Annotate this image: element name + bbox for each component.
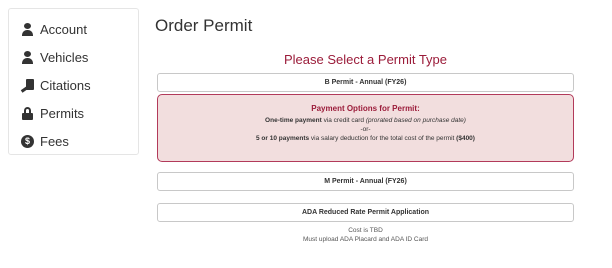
installments-text: via salary deduction for the total cost … — [309, 135, 457, 142]
sidebar-item-fees[interactable]: $ Fees — [9, 127, 138, 155]
one-time-payment-label: One-time payment — [265, 117, 322, 124]
ada-permit-button[interactable]: ADA Reduced Rate Permit Application — [157, 203, 574, 222]
payment-options-title: Payment Options for Permit: — [311, 104, 420, 113]
payment-option-installments: 5 or 10 payments via salary deduction fo… — [158, 134, 573, 143]
m-permit-button[interactable]: M Permit - Annual (FY26) — [157, 172, 574, 191]
lock-icon — [21, 106, 34, 120]
sidebar-item-label: Fees — [40, 133, 69, 149]
sidebar-item-citations[interactable]: Citations — [9, 71, 138, 99]
payment-options-panel: Payment Options for Permit: One-time pay… — [157, 94, 574, 162]
payment-option-one-time: One-time payment via credit card (prorat… — [158, 116, 573, 125]
ada-note: Cost is TBD Must upload ADA Placard and … — [157, 226, 574, 244]
prorated-note: (prorated based on purchase date) — [365, 117, 466, 124]
sidebar-item-account[interactable]: Account — [9, 15, 138, 43]
permit-type-heading: Please Select a Permit Type — [283, 52, 448, 67]
page-title: Order Permit — [155, 16, 253, 35]
ada-upload-note: Must upload ADA Placard and ADA ID Card — [302, 236, 428, 243]
or-separator: -or- — [360, 126, 371, 133]
user-icon — [21, 22, 34, 36]
sidebar-item-label: Citations — [40, 77, 91, 93]
installments-label: 5 or 10 payments — [256, 135, 310, 142]
sidebar-item-permits[interactable]: Permits — [9, 99, 138, 127]
user-icon — [21, 50, 34, 64]
citation-icon — [20, 78, 34, 93]
permit-cost-amount: ($400) — [456, 135, 475, 142]
sidebar-item-label: Account — [40, 21, 87, 37]
coin-icon: $ — [21, 134, 34, 148]
one-time-payment-text: via credit card — [321, 117, 366, 124]
sidebar-item-label: Vehicles — [40, 49, 89, 65]
ada-cost-note: Cost is TBD — [348, 227, 383, 234]
sidebar-item-vehicles[interactable]: Vehicles — [9, 43, 138, 71]
b-permit-button[interactable]: B Permit - Annual (FY26) — [157, 73, 574, 92]
sidebar-item-label: Permits — [40, 105, 85, 121]
sidebar: Account Vehicles Citations Permits $ Fee… — [8, 8, 139, 155]
